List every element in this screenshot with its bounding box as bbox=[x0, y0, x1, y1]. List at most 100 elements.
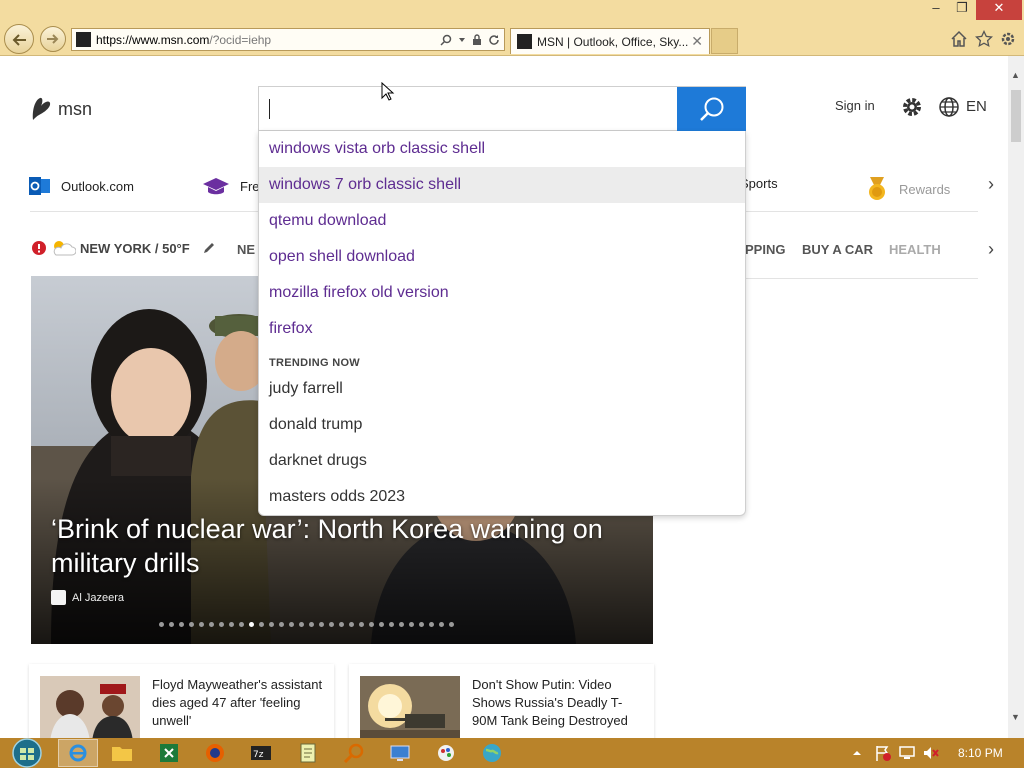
vertical-scrollbar[interactable]: ▲ ▼ bbox=[1008, 56, 1024, 738]
carousel-dot[interactable] bbox=[379, 622, 384, 627]
suggestion-item[interactable]: windows 7 orb classic shell bbox=[259, 167, 745, 203]
quicklink-outlook[interactable]: Outlook.com bbox=[29, 176, 134, 196]
msn-butterfly-icon bbox=[32, 97, 51, 120]
carousel-dot[interactable] bbox=[279, 622, 284, 627]
carousel-dot[interactable] bbox=[299, 622, 304, 627]
refresh-icon[interactable] bbox=[488, 34, 500, 46]
weather-widget[interactable]: NEW YORK / 50°F bbox=[32, 239, 216, 257]
carousel-dot[interactable] bbox=[449, 622, 454, 627]
suggestion-item[interactable]: firefox bbox=[259, 311, 745, 347]
carousel-dot[interactable] bbox=[399, 622, 404, 627]
globe-app-icon[interactable] bbox=[480, 741, 504, 765]
nav-health[interactable]: HEALTH bbox=[889, 242, 941, 257]
forward-button[interactable] bbox=[40, 26, 66, 52]
address-bar[interactable]: https://www.msn.com/?ocid=iehp bbox=[71, 28, 505, 51]
carousel-dot[interactable] bbox=[349, 622, 354, 627]
search-box[interactable] bbox=[258, 86, 746, 131]
nav-shopping[interactable]: PPING bbox=[745, 242, 785, 257]
tools-gear-icon[interactable] bbox=[999, 30, 1017, 48]
carousel-dot[interactable] bbox=[329, 622, 334, 627]
carousel-dot[interactable] bbox=[209, 622, 214, 627]
nav-buy-a-car[interactable]: BUY A CAR bbox=[802, 242, 873, 257]
carousel-dot[interactable] bbox=[269, 622, 274, 627]
file-explorer-icon[interactable] bbox=[110, 741, 134, 765]
trending-item[interactable]: donald trump bbox=[259, 407, 745, 443]
carousel-dot[interactable] bbox=[229, 622, 234, 627]
edit-pencil-icon[interactable] bbox=[202, 241, 216, 255]
news-card[interactable]: Don't Show Putin: Video Shows Russia's D… bbox=[349, 664, 654, 738]
news-card[interactable]: Floyd Mayweather's assistant dies aged 4… bbox=[29, 664, 334, 738]
hero-headline[interactable]: ‘Brink of nuclear war’: North Korea warn… bbox=[51, 512, 641, 580]
carousel-dot[interactable] bbox=[339, 622, 344, 627]
suggestion-item[interactable]: open shell download bbox=[259, 239, 745, 275]
carousel-dot[interactable] bbox=[239, 622, 244, 627]
network-icon[interactable] bbox=[898, 744, 916, 762]
carousel-dot[interactable] bbox=[259, 622, 264, 627]
new-tab-button[interactable] bbox=[711, 28, 738, 54]
msn-logo[interactable]: msn bbox=[30, 96, 92, 122]
start-orb-icon[interactable] bbox=[10, 738, 44, 768]
globe-icon[interactable] bbox=[938, 96, 960, 118]
search-button[interactable] bbox=[677, 87, 746, 131]
carousel-dot[interactable] bbox=[369, 622, 374, 627]
settings-gear-icon[interactable] bbox=[901, 96, 923, 118]
suggestion-item[interactable]: windows vista orb classic shell bbox=[259, 131, 745, 167]
carousel-dot[interactable] bbox=[409, 622, 414, 627]
trending-item[interactable]: masters odds 2023 bbox=[259, 479, 745, 515]
taskbar-internet-explorer[interactable] bbox=[58, 739, 98, 767]
7zip-icon[interactable]: 7z bbox=[249, 741, 273, 765]
carousel-dot[interactable] bbox=[169, 622, 174, 627]
nav-next-chevron-icon[interactable]: › bbox=[988, 239, 994, 260]
lock-icon[interactable] bbox=[472, 34, 482, 46]
carousel-dot[interactable] bbox=[359, 622, 364, 627]
carousel-dot[interactable] bbox=[419, 622, 424, 627]
home-icon[interactable] bbox=[950, 30, 968, 48]
carousel-dot[interactable] bbox=[319, 622, 324, 627]
suggestion-item[interactable]: qtemu download bbox=[259, 203, 745, 239]
hero-source[interactable]: Al Jazeera bbox=[51, 590, 124, 605]
carousel-dots[interactable] bbox=[159, 622, 454, 627]
paint-icon[interactable] bbox=[434, 741, 458, 765]
suggestion-item[interactable]: mozilla firefox old version bbox=[259, 275, 745, 311]
search-magnifier-icon[interactable] bbox=[342, 741, 366, 765]
language-selector[interactable]: EN bbox=[966, 98, 987, 115]
sign-in-link[interactable]: Sign in bbox=[835, 98, 875, 113]
volume-muted-icon[interactable] bbox=[922, 744, 940, 762]
carousel-dot[interactable] bbox=[389, 622, 394, 627]
window-close-button[interactable]: ✕ bbox=[976, 0, 1022, 20]
notepad-icon[interactable] bbox=[296, 741, 320, 765]
scroll-down-arrow-icon[interactable]: ▼ bbox=[1011, 712, 1020, 722]
nav-news[interactable]: NE bbox=[237, 242, 255, 257]
carousel-dot[interactable] bbox=[309, 622, 314, 627]
search-input[interactable] bbox=[267, 96, 671, 122]
scroll-up-arrow-icon[interactable]: ▲ bbox=[1011, 70, 1020, 80]
carousel-dot[interactable] bbox=[249, 622, 254, 627]
remote-desktop-icon[interactable] bbox=[388, 741, 412, 765]
clock[interactable]: 8:10 PM bbox=[958, 746, 1003, 760]
scrollbar-thumb[interactable] bbox=[1011, 90, 1021, 142]
back-button[interactable] bbox=[4, 24, 34, 54]
action-center-flag-icon[interactable] bbox=[874, 744, 892, 762]
carousel-dot[interactable] bbox=[429, 622, 434, 627]
carousel-dot[interactable] bbox=[199, 622, 204, 627]
carousel-dot[interactable] bbox=[439, 622, 444, 627]
search-icon[interactable] bbox=[440, 34, 452, 46]
carousel-dot[interactable] bbox=[179, 622, 184, 627]
window-minimize-button[interactable]: – bbox=[924, 0, 948, 20]
dropdown-arrow-icon[interactable] bbox=[458, 36, 466, 44]
window-maximize-button[interactable]: ❐ bbox=[950, 0, 974, 20]
trending-item[interactable]: judy farrell bbox=[259, 371, 745, 407]
favorites-star-icon[interactable] bbox=[975, 30, 993, 48]
carousel-dot[interactable] bbox=[189, 622, 194, 627]
firefox-icon[interactable] bbox=[203, 741, 227, 765]
excel-icon[interactable] bbox=[157, 741, 181, 765]
trending-item[interactable]: darknet drugs bbox=[259, 443, 745, 479]
quicklink-rewards[interactable]: Rewards bbox=[865, 176, 950, 202]
tab-close-icon[interactable]: ✕ bbox=[691, 33, 703, 50]
carousel-dot[interactable] bbox=[219, 622, 224, 627]
quicklinks-next-chevron-icon[interactable]: › bbox=[988, 174, 994, 195]
show-hidden-icons-icon[interactable] bbox=[850, 746, 864, 760]
carousel-dot[interactable] bbox=[289, 622, 294, 627]
carousel-dot[interactable] bbox=[159, 622, 164, 627]
browser-tab-msn[interactable]: MSN | Outlook, Office, Sky... ✕ bbox=[510, 28, 710, 54]
